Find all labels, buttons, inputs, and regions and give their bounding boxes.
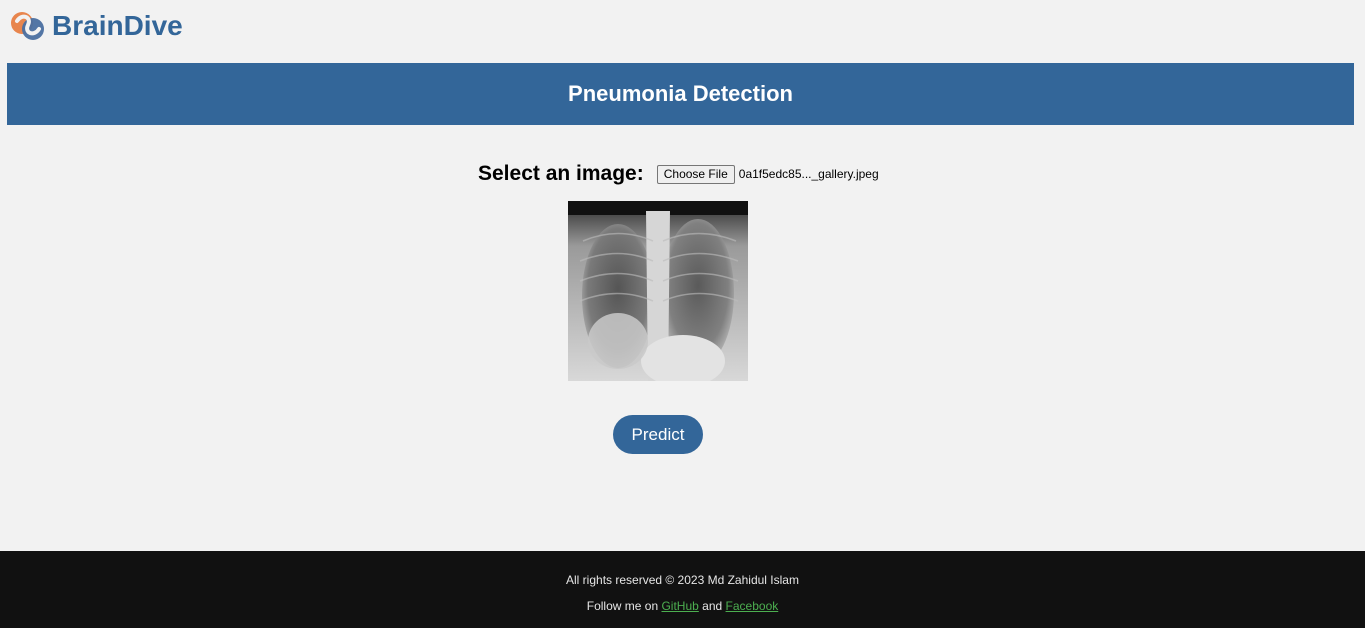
github-link[interactable]: GitHub bbox=[661, 599, 698, 613]
select-image-label: Select an image: bbox=[478, 162, 644, 185]
brand-name[interactable]: BrainDive bbox=[52, 10, 183, 42]
choose-file-button[interactable]: Choose File bbox=[656, 164, 735, 184]
page-header: Pneumonia Detection bbox=[7, 63, 1354, 125]
follow-links: Follow me on GitHub and Facebook bbox=[0, 599, 1365, 613]
copyright-text: All rights reserved © 2023 Md Zahidul Is… bbox=[566, 573, 799, 587]
follow-prefix-text: Follow me on bbox=[586, 599, 659, 613]
top-bar: BrainDive bbox=[8, 8, 183, 44]
facebook-link[interactable]: Facebook bbox=[726, 599, 779, 613]
file-upload-row: Select an image: Choose File 0a1f5edc85.… bbox=[478, 160, 879, 188]
xray-preview-image bbox=[568, 201, 748, 381]
brand-logo-icon[interactable] bbox=[8, 7, 46, 45]
page-title: Pneumonia Detection bbox=[568, 81, 793, 106]
predict-button[interactable]: Predict bbox=[613, 415, 703, 454]
selected-file-name: 0a1f5edc85..._gallery.jpeg bbox=[738, 167, 879, 181]
page-footer: All rights reserved © 2023 Md Zahidul Is… bbox=[0, 551, 1365, 628]
and-text: and bbox=[702, 599, 723, 613]
